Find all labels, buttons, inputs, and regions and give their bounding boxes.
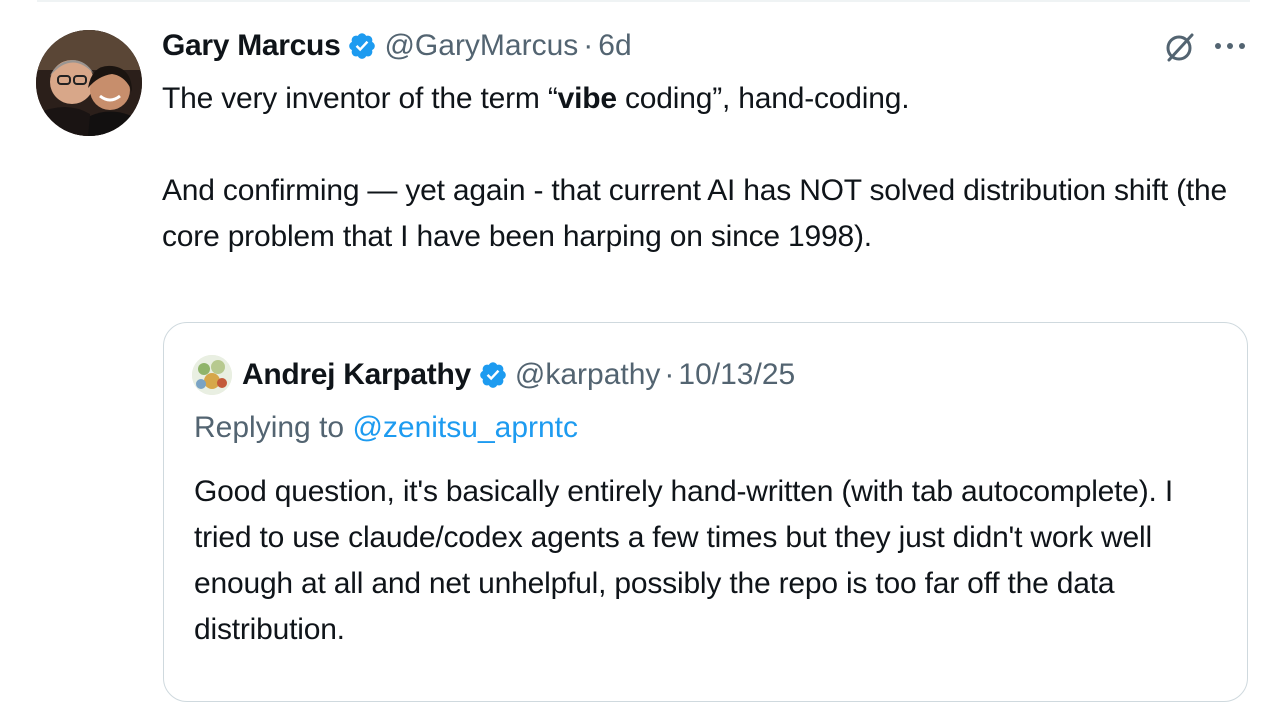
quoted-author-handle[interactable]: @karpathy — [515, 358, 661, 392]
top-divider — [37, 0, 1250, 2]
tweet-text-bold-word: vibe — [557, 82, 617, 115]
quoted-author-name[interactable]: Andrej Karpathy — [242, 358, 471, 392]
grok-icon[interactable] — [1163, 30, 1197, 64]
tweet-text-line1: The very inventor of the term “vibe codi… — [162, 76, 1242, 122]
tweet-text-part: The very inventor of the term “ — [162, 82, 558, 115]
quoted-avatar[interactable] — [192, 355, 232, 395]
quoted-avatar-image — [192, 355, 232, 395]
quoted-timestamp[interactable]: 10/13/25 — [678, 358, 795, 392]
tweet-header: Gary Marcus @GaryMarcus · 6d — [162, 26, 632, 66]
author-handle[interactable]: @GaryMarcus — [384, 29, 578, 63]
timestamp[interactable]: 6d — [598, 29, 631, 63]
replying-to-label: Replying to — [194, 411, 353, 444]
author-name[interactable]: Gary Marcus — [162, 29, 341, 63]
more-options-icon[interactable] — [1212, 38, 1248, 54]
replying-to-mention[interactable]: @zenitsu_aprntc — [352, 411, 578, 444]
tweet-text-part: coding”, hand-coding. — [616, 82, 910, 115]
quoted-tweet-header: Andrej Karpathy @karpathy · 10/13/25 — [192, 353, 795, 397]
verified-badge-icon — [478, 360, 508, 390]
separator-dot: · — [583, 29, 594, 62]
avatar[interactable] — [36, 30, 142, 136]
tweet-text: The very inventor of the term “vibe codi… — [162, 76, 1242, 260]
quoted-tweet-text: Good question, it's basically entirely h… — [194, 475, 1173, 646]
verified-badge-icon — [347, 31, 377, 61]
separator-dot: · — [664, 358, 675, 391]
replying-to: Replying to @zenitsu_aprntc — [194, 411, 578, 445]
tweet-text-paragraph-2: And confirming — yet again - that curren… — [162, 174, 1228, 253]
avatar-photo — [36, 30, 142, 136]
quoted-tweet-card[interactable]: Andrej Karpathy @karpathy · 10/13/25 Rep… — [163, 322, 1248, 702]
